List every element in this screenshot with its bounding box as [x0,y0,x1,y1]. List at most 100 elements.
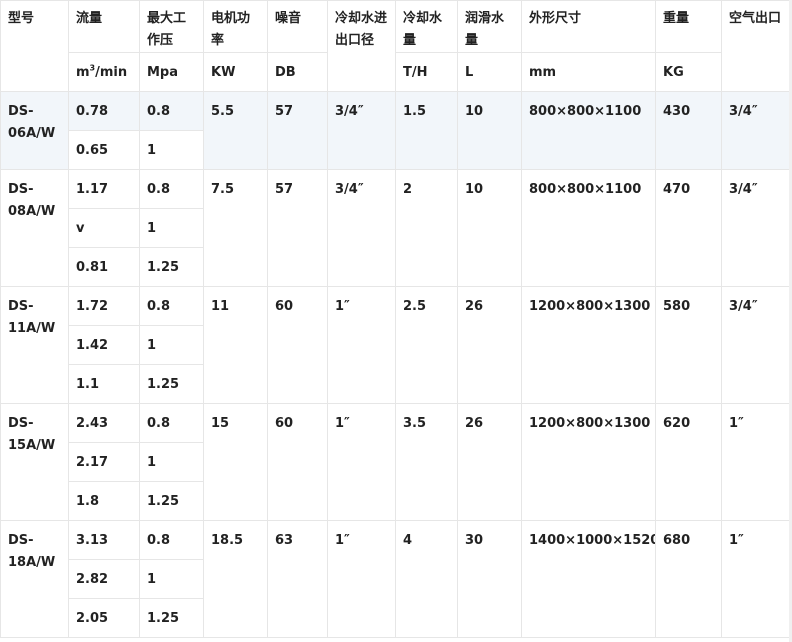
lube-cell: 30 [457,520,522,638]
model-cell: DS-11A/W [0,286,69,404]
pressure-cell: 1.25 [139,598,204,638]
flow-cell: 1.1 [68,364,140,404]
lube-cell: 26 [457,403,522,521]
table-row: DS-11A/W 1.72 0.8 11 60 1″ 2.5 26 1200×800×1300 5… [0,286,790,404]
pressure-cell: 1.25 [139,247,204,287]
header-weight: 重量 [655,0,722,53]
header-cooling-water: 冷却水量 [395,0,458,53]
air-outlet-cell: 3/4″ [721,91,790,170]
noise-cell: 57 [267,91,328,170]
noise-cell: 60 [267,403,328,521]
flow-cell: 2.17 [68,442,140,482]
header-pressure: 最大工作压 [139,0,204,53]
pressure-cell: 1 [139,325,204,365]
header-size: 外形尺寸 [521,0,656,53]
pressure-cell: 0.8 [139,520,204,560]
motor-cell: 18.5 [203,520,268,638]
motor-cell: 5.5 [203,91,268,170]
lube-cell: 10 [457,91,522,170]
size-cell: 1200×800×1300 [521,403,656,521]
pressure-cell: 0.8 [139,286,204,326]
model-cell: DS-08A/W [0,169,69,287]
unit-noise: DB [267,52,328,92]
table-row: DS-15A/W 2.43 0.8 15 60 1″ 3.5 26 1200×800×1300 6… [0,403,790,521]
cooling-water-cell: 2 [395,169,458,287]
model-cell: DS-15A/W [0,403,69,521]
flow-cell: 3.13 [68,520,140,560]
flow-cell: 2.82 [68,559,140,599]
unit-pressure: Mpa [139,52,204,92]
flow-cell: 2.05 [68,598,140,638]
pressure-cell: 1 [139,208,204,248]
pressure-cell: 1 [139,442,204,482]
motor-cell: 15 [203,403,268,521]
header-noise: 噪音 [267,0,328,53]
weight-cell: 470 [655,169,722,287]
model-cell: DS-18A/W [0,520,69,638]
pressure-cell: 0.8 [139,169,204,209]
unit-flow-tail: /min [95,65,128,80]
weight-cell: 580 [655,286,722,404]
unit-lube: L [457,52,522,92]
unit-flow-base: m [76,65,90,80]
header-lube: 润滑水量 [457,0,522,53]
flow-cell: 0.65 [68,130,140,170]
cooling-port-cell: 1″ [327,403,396,521]
cooling-port-cell: 1″ [327,520,396,638]
header-cooling-port: 冷却水进出口径 [327,0,396,92]
size-cell: 1200×800×1300 [521,286,656,404]
pressure-cell: 1 [139,130,204,170]
unit-cooling-water: T/H [395,52,458,92]
flow-cell: 0.78 [68,91,140,131]
weight-cell: 680 [655,520,722,638]
lube-cell: 26 [457,286,522,404]
header-row: 型号 流量 最大工作压 电机功率 噪音 冷却水进出口径 冷却水量 润滑水量 外形… [0,0,790,92]
header-model: 型号 [0,0,69,92]
unit-weight: KG [655,52,722,92]
unit-motor: KW [203,52,268,92]
cooling-water-cell: 1.5 [395,91,458,170]
flow-cell: 1.8 [68,481,140,521]
header-flow: 流量 [68,0,140,53]
noise-cell: 57 [267,169,328,287]
table-row: DS-08A/W 1.17 0.8 7.5 57 3/4″ 2 10 800×800×1100 4… [0,169,790,287]
flow-cell: 0.81 [68,247,140,287]
table-row: DS-06A/W 0.78 0.8 5.5 57 3/4″ 1.5 10 800×800×110… [0,91,790,170]
air-outlet-cell: 1″ [721,520,790,638]
noise-cell: 60 [267,286,328,404]
noise-cell: 63 [267,520,328,638]
spec-table: 型号 流量 最大工作压 电机功率 噪音 冷却水进出口径 冷却水量 润滑水量 外形… [0,0,790,638]
cooling-water-cell: 2.5 [395,286,458,404]
pressure-cell: 0.8 [139,91,204,131]
weight-cell: 620 [655,403,722,521]
cooling-port-cell: 3/4″ [327,169,396,287]
size-cell: 800×800×1100 [521,91,656,170]
cooling-water-cell: 3.5 [395,403,458,521]
flow-cell: 1.42 [68,325,140,365]
pressure-cell: 0.8 [139,403,204,443]
motor-cell: 11 [203,286,268,404]
weight-cell: 430 [655,91,722,170]
pressure-cell: 1.25 [139,481,204,521]
size-cell: 1400×1000×1520 [521,520,656,638]
size-cell: 800×800×1100 [521,169,656,287]
cooling-water-cell: 4 [395,520,458,638]
flow-cell: v [68,208,140,248]
unit-size: mm [521,52,656,92]
flow-cell: 2.43 [68,403,140,443]
flow-cell: 1.72 [68,286,140,326]
model-cell: DS-06A/W [0,91,69,170]
cooling-port-cell: 1″ [327,286,396,404]
motor-cell: 7.5 [203,169,268,287]
cooling-port-cell: 3/4″ [327,91,396,170]
lube-cell: 10 [457,169,522,287]
unit-row: m3/min Mpa KW DB T/H L mm KG [1,52,790,92]
air-outlet-cell: 1″ [721,403,790,521]
table-row: DS-18A/W 3.13 0.8 18.5 63 1″ 4 30 1400×1000×1520… [0,520,790,638]
air-outlet-cell: 3/4″ [721,169,790,287]
flow-cell: 1.17 [68,169,140,209]
air-outlet-cell: 3/4″ [721,286,790,404]
pressure-cell: 1.25 [139,364,204,404]
header-air-outlet: 空气出口 [721,0,790,92]
header-motor: 电机功率 [203,0,268,53]
